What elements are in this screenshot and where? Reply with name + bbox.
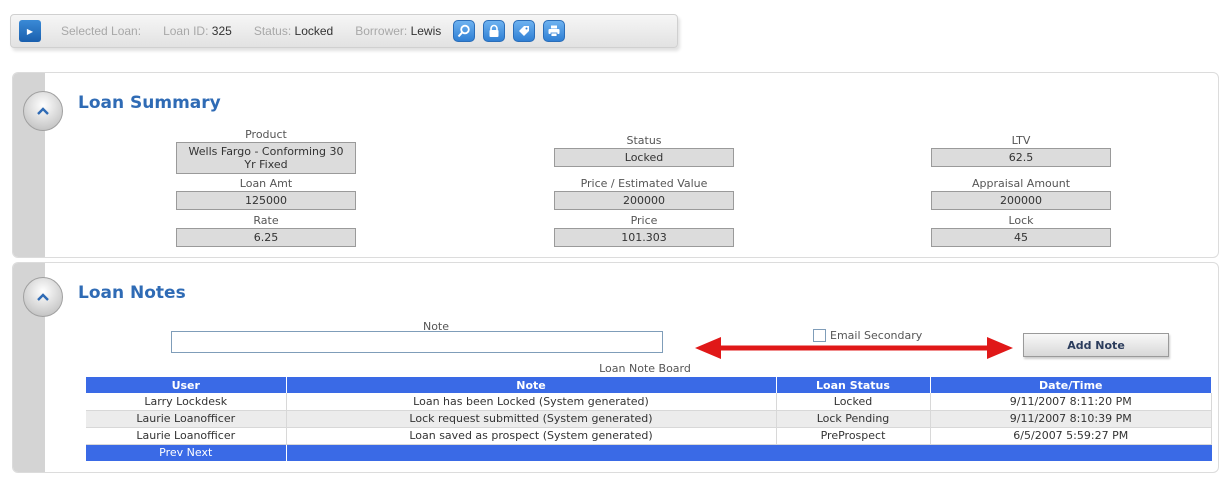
cell-date-time: 9/11/2007 8:11:20 PM xyxy=(930,393,1212,411)
table-row: Larry Lockdesk Loan has been Locked (Sys… xyxy=(86,393,1212,411)
column-header-note[interactable]: Note xyxy=(286,377,777,393)
loan-amt-label: Loan Amt xyxy=(239,177,293,190)
status-summary-field: Status Locked xyxy=(554,134,734,167)
pager-row: Prev Next xyxy=(86,444,1212,461)
loan-notes-panel: Loan Notes Note Email Secondary Add Note… xyxy=(12,262,1219,473)
chevron-up-icon xyxy=(37,107,49,115)
table-row: Laurie Loanofficer Loan saved as prospec… xyxy=(86,427,1212,445)
cell-user: Laurie Loanofficer xyxy=(86,410,287,428)
status-field: Status: Locked xyxy=(254,24,333,38)
product-field: Product Wells Fargo - Conforming 30 Yr F… xyxy=(176,128,356,174)
price-value: 101.303 xyxy=(554,228,734,247)
note-input[interactable] xyxy=(171,331,663,353)
status-value: Locked xyxy=(294,24,334,38)
ltv-value: 62.5 xyxy=(931,148,1111,167)
column-header-user[interactable]: User xyxy=(86,377,287,393)
loan-id-field: Loan ID: 325 xyxy=(163,24,232,38)
pager: Prev Next xyxy=(86,444,287,461)
lock-icon[interactable] xyxy=(483,20,506,42)
add-note-button[interactable]: Add Note xyxy=(1023,333,1169,357)
price-field: Price 101.303 xyxy=(554,214,734,247)
table-row: Laurie Loanofficer Lock request submitte… xyxy=(86,410,1212,428)
price-estimated-label: Price / Estimated Value xyxy=(580,177,708,190)
product-label: Product xyxy=(245,128,287,141)
expand-toggle-button[interactable]: ▶ xyxy=(19,20,41,42)
loan-note-board-label: Loan Note Board xyxy=(599,362,691,375)
cell-loan-status: PreProspect xyxy=(776,427,931,445)
cell-note: Lock request submitted (System generated… xyxy=(286,410,777,428)
tag-icon[interactable] xyxy=(513,20,536,42)
prev-link[interactable]: Prev xyxy=(159,446,183,459)
ltv-field: LTV 62.5 xyxy=(931,134,1111,167)
email-secondary-checkbox[interactable] xyxy=(813,329,826,342)
column-header-date-time[interactable]: Date/Time xyxy=(930,377,1212,393)
rate-field: Rate 6.25 xyxy=(176,214,356,247)
appraisal-amount-value: 200000 xyxy=(931,191,1111,210)
price-estimated-value: 200000 xyxy=(554,191,734,210)
status-summary-label: Status xyxy=(626,134,662,147)
selected-loan-bar: ▶ Selected Loan: Loan ID: 325 Status: Lo… xyxy=(10,14,678,48)
appraisal-amount-label: Appraisal Amount xyxy=(971,177,1071,190)
rate-label: Rate xyxy=(253,214,279,227)
email-secondary-option[interactable]: Email Secondary xyxy=(813,329,922,342)
cell-date-time: 9/11/2007 8:10:39 PM xyxy=(930,410,1212,428)
borrower-value: Lewis xyxy=(410,24,442,38)
cell-user: Laurie Loanofficer xyxy=(86,427,287,445)
product-value: Wells Fargo - Conforming 30 Yr Fixed xyxy=(176,142,356,174)
selected-loan-label: Selected Loan: xyxy=(61,24,142,38)
rate-value: 6.25 xyxy=(176,228,356,247)
borrower-label: Borrower: xyxy=(355,24,408,38)
cell-user: Larry Lockdesk xyxy=(86,393,287,411)
loan-amt-field: Loan Amt 125000 xyxy=(176,177,356,210)
cell-loan-status: Lock Pending xyxy=(776,410,931,428)
search-icon[interactable] xyxy=(453,20,476,42)
print-icon[interactable] xyxy=(543,20,566,42)
loan-summary-title: Loan Summary xyxy=(78,93,221,113)
lock-label: Lock xyxy=(1008,214,1034,227)
column-header-loan-status[interactable]: Loan Status xyxy=(776,377,931,393)
price-label: Price xyxy=(630,214,658,227)
collapse-summary-button[interactable] xyxy=(23,91,63,131)
cell-note: Loan has been Locked (System generated) xyxy=(286,393,777,411)
price-estimated-field: Price / Estimated Value 200000 xyxy=(554,177,734,210)
chevron-up-icon xyxy=(37,293,49,301)
status-summary-value: Locked xyxy=(554,148,734,167)
loan-id-value: 325 xyxy=(211,24,232,38)
play-icon: ▶ xyxy=(26,26,34,36)
loan-notes-title: Loan Notes xyxy=(78,283,186,303)
loan-summary-panel: Loan Summary Product Wells Fargo - Confo… xyxy=(12,72,1219,258)
loan-notes-table: User Note Loan Status Date/Time Larry Lo… xyxy=(86,377,1212,461)
status-label: Status: xyxy=(253,24,292,38)
appraisal-amount-field: Appraisal Amount 200000 xyxy=(931,177,1111,210)
cell-loan-status: Locked xyxy=(776,393,931,411)
lock-value: 45 xyxy=(931,228,1111,247)
loan-amt-value: 125000 xyxy=(176,191,356,210)
ltv-label: LTV xyxy=(1011,134,1031,147)
cell-note: Loan saved as prospect (System generated… xyxy=(286,427,777,445)
lock-field: Lock 45 xyxy=(931,214,1111,247)
cell-date-time: 6/5/2007 5:59:27 PM xyxy=(930,427,1212,445)
next-link[interactable]: Next xyxy=(187,446,213,459)
borrower-field: Borrower: Lewis xyxy=(355,24,441,38)
collapse-notes-button[interactable] xyxy=(23,277,63,317)
loan-id-label: Loan ID: xyxy=(163,24,209,38)
email-secondary-label: Email Secondary xyxy=(830,329,923,342)
